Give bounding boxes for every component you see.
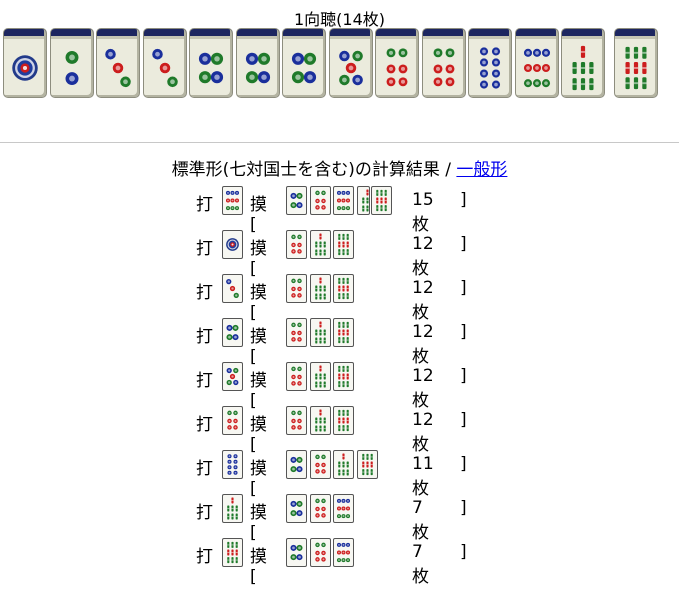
tile-4-pin-hand[interactable] (235, 28, 280, 98)
draw-label: 摸[ (250, 503, 267, 543)
discard-label: 打 (196, 371, 213, 391)
tile-6-pin-draw[interactable] (286, 274, 307, 303)
tile-5-pin-hand[interactable] (328, 28, 373, 98)
tile-8-pin-discard[interactable] (222, 450, 243, 479)
tile-9-pin-discard[interactable] (222, 186, 243, 215)
tile-6-pin-draw[interactable] (309, 450, 331, 479)
tile-6-pin-hand[interactable] (375, 28, 419, 98)
tile-3-pin-discard[interactable] (222, 274, 243, 303)
draw-label: 摸[ (250, 195, 267, 235)
tile-9-sou-discard[interactable] (222, 538, 243, 567)
tile-4-pin-draw[interactable] (286, 186, 307, 215)
tile-2-pin-hand[interactable] (49, 28, 94, 98)
tile-3-pin-hand[interactable] (142, 28, 187, 98)
discard-label: 打 (196, 503, 213, 523)
tile-7-sou-draw[interactable] (333, 450, 354, 479)
tile-1-pin-hand[interactable] (3, 28, 47, 98)
close-bracket: ] (460, 322, 467, 342)
draw-label: 摸[ (250, 327, 267, 367)
tile-7-sou-draw[interactable] (309, 318, 331, 347)
general-form-link[interactable]: 一般形 (456, 160, 507, 180)
tile-6-pin-draw[interactable] (309, 186, 331, 215)
tile-7-sou-draw[interactable] (309, 362, 331, 391)
tile-1-pin-discard[interactable] (222, 230, 243, 259)
tile-4-pin-discard[interactable] (222, 318, 243, 347)
discard-label: 打 (196, 327, 213, 347)
discard-label: 打 (196, 547, 213, 567)
title-separator: / (439, 160, 457, 180)
tile-9-sou-hand[interactable] (613, 28, 658, 98)
tile-count: 7枚 (412, 542, 429, 587)
tile-9-sou-draw[interactable] (333, 230, 354, 259)
tile-9-pin-draw[interactable] (333, 538, 354, 567)
draw-label: 摸[ (250, 283, 267, 323)
tile-count: 12枚 (412, 322, 434, 367)
draw-label: 摸[ (250, 239, 267, 279)
tile-count: 11枚 (412, 454, 434, 499)
close-bracket: ] (460, 234, 467, 254)
tile-count: 12枚 (412, 366, 434, 411)
draw-label: 摸[ (250, 459, 267, 499)
tile-4-pin-draw[interactable] (286, 538, 307, 567)
close-bracket: ] (460, 454, 467, 474)
discard-label: 打 (196, 195, 213, 215)
tile-9-pin-hand[interactable] (514, 28, 559, 98)
draw-label: 摸[ (250, 371, 267, 411)
tile-6-pin-draw[interactable] (286, 230, 307, 259)
tile-count: 12枚 (412, 278, 434, 323)
discard-label: 打 (196, 239, 213, 259)
close-bracket: ] (460, 190, 467, 210)
close-bracket: ] (460, 366, 467, 386)
results-title-text: 標準形(七対国士を含む)の計算結果 (171, 160, 440, 180)
results-title: 標準形(七対国士を含む)の計算結果 / 一般形 (0, 155, 679, 180)
tile-7-sou-draw[interactable] (309, 230, 331, 259)
tile-7-sou-discard[interactable] (222, 494, 243, 523)
tile-5-pin-discard[interactable] (222, 362, 243, 391)
tile-count: 7枚 (412, 498, 429, 543)
close-bracket: ] (460, 542, 467, 562)
tile-9-sou-draw[interactable] (333, 406, 354, 435)
discard-label: 打 (196, 459, 213, 479)
tile-9-sou-draw[interactable] (333, 318, 354, 347)
discard-label: 打 (196, 415, 213, 435)
divider (0, 142, 679, 143)
draw-label: 摸[ (250, 547, 267, 587)
tile-7-sou-hand[interactable] (561, 28, 605, 98)
tile-count: 12枚 (412, 234, 434, 279)
tile-9-pin-draw[interactable] (333, 494, 354, 523)
tile-count: 15枚 (412, 190, 434, 235)
tile-6-pin-draw[interactable] (286, 318, 307, 347)
close-bracket: ] (460, 410, 467, 430)
tile-7-sou-draw[interactable] (309, 406, 331, 435)
tile-4-pin-hand[interactable] (189, 28, 233, 98)
tile-3-pin-hand[interactable] (96, 28, 140, 98)
tile-4-pin-draw[interactable] (286, 494, 307, 523)
discard-label: 打 (196, 283, 213, 303)
tile-9-sou-draw[interactable] (333, 362, 354, 391)
tile-count: 12枚 (412, 410, 434, 455)
tile-6-pin-hand[interactable] (421, 28, 466, 98)
tile-7-sou-draw[interactable] (309, 274, 331, 303)
tile-6-pin-draw[interactable] (309, 494, 331, 523)
draw-label: 摸[ (250, 415, 267, 455)
tile-8-pin-hand[interactable] (468, 28, 512, 98)
tile-6-pin-draw[interactable] (286, 362, 307, 391)
tile-6-pin-draw[interactable] (309, 538, 331, 567)
hand-title: 1向聴(14枚) (293, 10, 386, 29)
tile-7-sou-draw[interactable] (356, 186, 370, 215)
tile-9-sou-draw[interactable] (370, 186, 392, 215)
tile-9-sou-draw[interactable] (333, 274, 354, 303)
close-bracket: ] (460, 498, 467, 518)
tile-9-sou-draw[interactable] (356, 450, 378, 479)
tile-4-pin-hand[interactable] (282, 28, 326, 98)
tile-6-pin-discard[interactable] (222, 406, 243, 435)
close-bracket: ] (460, 278, 467, 298)
tile-6-pin-draw[interactable] (286, 406, 307, 435)
tile-9-pin-draw[interactable] (333, 186, 354, 215)
tile-4-pin-draw[interactable] (286, 450, 307, 479)
